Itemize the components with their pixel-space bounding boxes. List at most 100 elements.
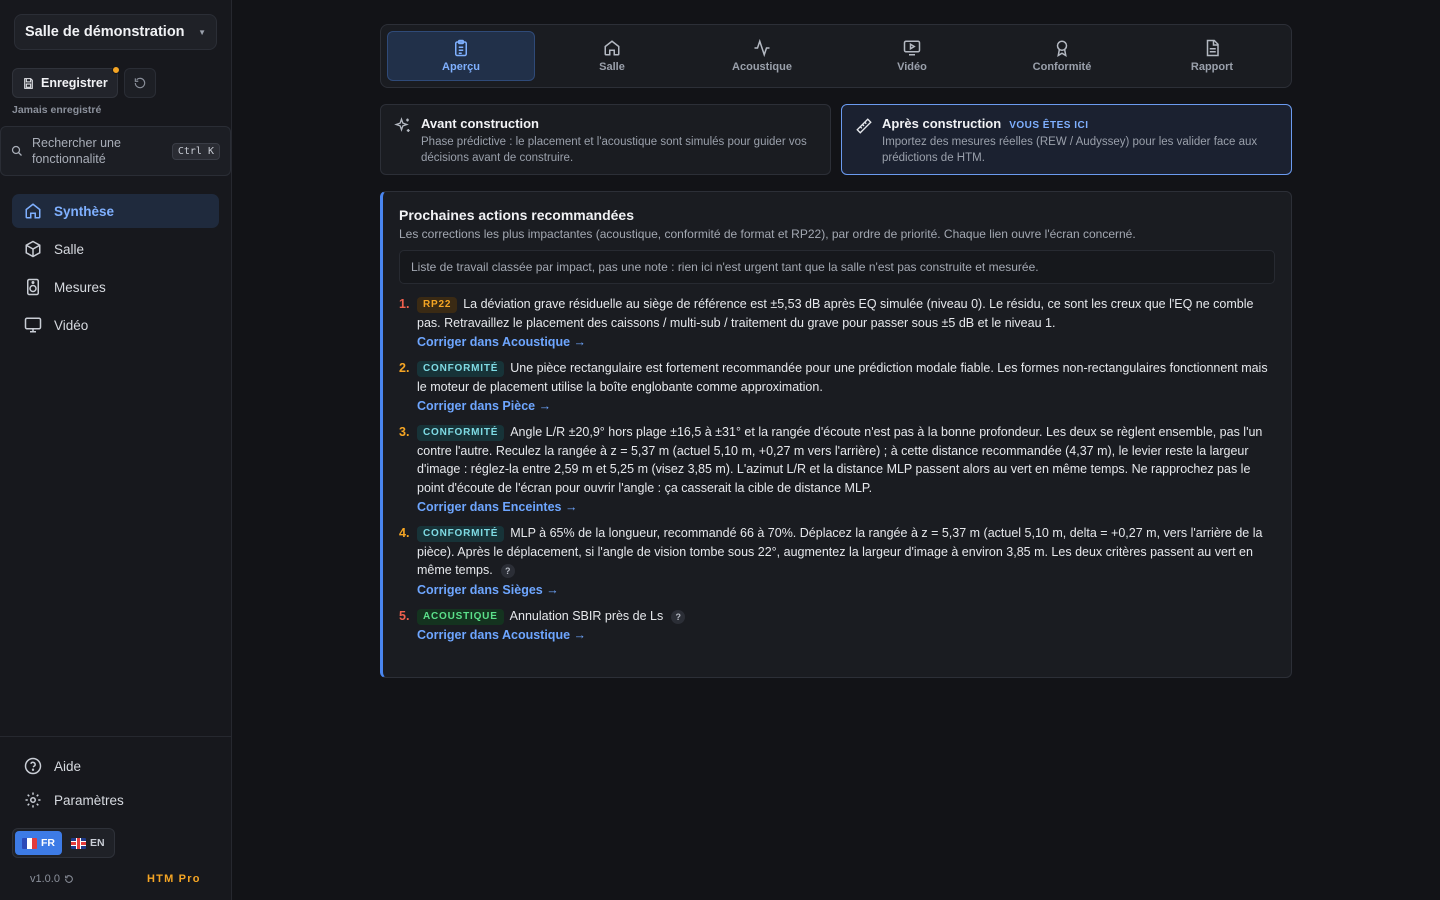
- brand-label: HTM Pro: [147, 873, 201, 885]
- tab-label: Vidéo: [897, 61, 927, 73]
- refresh-icon: [65, 875, 73, 883]
- info-note: Liste de travail classée par impact, pas…: [399, 250, 1275, 284]
- fix-link-enceintes[interactable]: Corriger dans Enceintes →: [417, 500, 577, 514]
- item-number: 1.: [399, 297, 410, 311]
- tab-label: Salle: [599, 61, 625, 73]
- uk-flag-icon: [71, 837, 86, 849]
- tab-conformite[interactable]: Conformité: [989, 31, 1135, 81]
- save-icon: [24, 77, 33, 89]
- save-button[interactable]: Enregistrer: [12, 66, 120, 98]
- app-version: v1.0.0: [30, 873, 74, 885]
- item-text-block: CONFORMITÉ MLP à 65% de la longueur, reco…: [417, 524, 1275, 580]
- sidebar-item-synthese[interactable]: Synthèse: [12, 194, 219, 228]
- sidebar-item-video[interactable]: Vidéo: [12, 308, 219, 342]
- ruler-icon: [856, 118, 872, 134]
- tab-label: Rapport: [1190, 61, 1234, 73]
- help-circle-icon: [24, 757, 42, 775]
- phase-title-text: Avant construction: [421, 116, 539, 131]
- item-text-block: ACOUSTIQUE Annulation SBIR près de Ls?: [417, 607, 1275, 626]
- item-number: 5.: [399, 608, 410, 623]
- save-label: Enregistrer: [41, 76, 108, 90]
- help-tooltip-icon[interactable]: ?: [671, 609, 686, 624]
- sidebar-nav: Synthèse Salle Mesures Vidéo: [12, 194, 219, 346]
- home-icon: [604, 40, 620, 56]
- actions-list: 1. RP22 La déviation grave résiduelle au …: [399, 295, 1275, 642]
- sidebar-item-mesures[interactable]: Mesures: [12, 270, 219, 304]
- list-item: 5. ACOUSTIQUE Annulation SBIR près de Ls?…: [399, 607, 1275, 642]
- category-badge: ACOUSTIQUE: [417, 608, 504, 625]
- fix-link-sieges[interactable]: Corriger dans Sièges →: [417, 583, 559, 597]
- fix-link-acoustique[interactable]: Corriger dans Acoustique →: [417, 335, 586, 349]
- tab-apercu[interactable]: Aperçu: [387, 31, 535, 81]
- item-text: MLP à 65% de la longueur, recommandé 66 …: [417, 526, 1263, 577]
- unsaved-indicator: [111, 66, 120, 74]
- tab-label: Acoustique: [732, 61, 792, 73]
- undo-icon: [134, 77, 145, 89]
- tab-rapport[interactable]: Rapport: [1139, 31, 1285, 81]
- fix-link-acoustique[interactable]: Corriger dans Acoustique →: [417, 628, 586, 642]
- sidebar-item-label: Mesures: [54, 279, 106, 295]
- sidebar-item-salle[interactable]: Salle: [12, 232, 219, 266]
- item-text-block: RP22 La déviation grave résiduelle au siè…: [417, 295, 1275, 332]
- save-row: Enregistrer: [12, 66, 156, 98]
- item-text-block: CONFORMITÉ Une pièce rectangulaire est fo…: [417, 359, 1275, 396]
- award-icon: [1056, 40, 1068, 57]
- tab-acoustique[interactable]: Acoustique: [689, 31, 835, 81]
- current-phase-badge: VOUS ÊTES ICI: [1009, 120, 1089, 131]
- recommended-actions-card: Prochaines actions recommandées Les corr…: [380, 191, 1292, 678]
- tab-salle[interactable]: Salle: [539, 31, 685, 81]
- item-text: Annulation SBIR près de Ls: [509, 608, 664, 623]
- speaker-icon: [27, 278, 39, 296]
- phase-title-text: Après construction: [882, 116, 1002, 131]
- phase-description: Importez des mesures réelles (REW / Audy…: [882, 136, 1258, 164]
- phase-title: Avant construction: [421, 116, 818, 131]
- help-label: Aide: [54, 758, 82, 774]
- home-icon: [25, 203, 41, 219]
- help-tooltip-icon[interactable]: ?: [500, 564, 515, 578]
- clipboard-icon: [455, 39, 467, 57]
- version-label: v1.0.0: [30, 873, 60, 885]
- feature-search[interactable]: Rechercher une fonctionnalité Ctrl K: [0, 126, 231, 176]
- tab-video[interactable]: Vidéo: [839, 31, 985, 81]
- list-item: 4. CONFORMITÉ MLP à 65% de la longueur, r…: [399, 524, 1275, 597]
- play-screen-icon: [903, 40, 921, 56]
- category-badge: CONFORMITÉ: [417, 526, 505, 542]
- search-shortcut: Ctrl K: [171, 142, 220, 160]
- phase-title: Après construction VOUS ÊTES ICI: [882, 116, 1279, 131]
- project-selector[interactable]: Salle de démonstration ▼: [14, 14, 217, 50]
- list-item: 1. RP22 La déviation grave résiduelle au …: [399, 295, 1275, 349]
- phase-after-construction[interactable]: Après construction VOUS ÊTES ICI Importe…: [841, 104, 1292, 175]
- waveform-icon: [754, 39, 770, 57]
- list-item: 2. CONFORMITÉ Une pièce rectangulaire est…: [399, 359, 1275, 413]
- reset-button[interactable]: [123, 68, 156, 98]
- lang-en-label: EN: [90, 837, 105, 849]
- gear-icon: [25, 792, 41, 808]
- search-icon: [11, 145, 22, 156]
- sidebar: Salle de démonstration ▼ Enregistrer Jam…: [0, 0, 232, 900]
- sidebar-item-label: Vidéo: [54, 317, 89, 333]
- item-number: 2.: [399, 361, 410, 375]
- caret-down-icon: ▼: [198, 27, 206, 37]
- settings-link[interactable]: Paramètres: [0, 783, 231, 817]
- tab-label: Conformité: [1032, 61, 1092, 73]
- phase-before-construction[interactable]: Avant construction Phase prédictive : le…: [380, 104, 831, 175]
- project-name: Salle de démonstration: [25, 24, 185, 40]
- settings-label: Paramètres: [54, 792, 124, 808]
- tab-label: Aperçu: [442, 61, 480, 73]
- fix-link-piece[interactable]: Corriger dans Pièce →: [417, 399, 551, 413]
- item-number: 4.: [399, 526, 410, 540]
- sidebar-item-label: Synthèse: [54, 203, 115, 219]
- help-link[interactable]: Aide: [0, 749, 231, 783]
- sidebar-item-label: Salle: [54, 241, 85, 257]
- item-text: Une pièce rectangulaire est fortement re…: [417, 361, 1268, 394]
- language-toggle: FR EN: [12, 828, 115, 858]
- item-text-block: CONFORMITÉ Angle L/R ±20,9° hors plage ±1…: [417, 423, 1275, 497]
- category-badge: CONFORMITÉ: [417, 361, 505, 377]
- lang-en-button[interactable]: EN: [64, 831, 112, 855]
- save-status: Jamais enregistré: [12, 104, 102, 116]
- search-placeholder: Rechercher une fonctionnalité: [32, 136, 121, 166]
- document-icon: [1206, 39, 1219, 57]
- lang-fr-button[interactable]: FR: [15, 831, 62, 855]
- item-number: 3.: [399, 425, 410, 439]
- france-flag-icon: [22, 837, 37, 849]
